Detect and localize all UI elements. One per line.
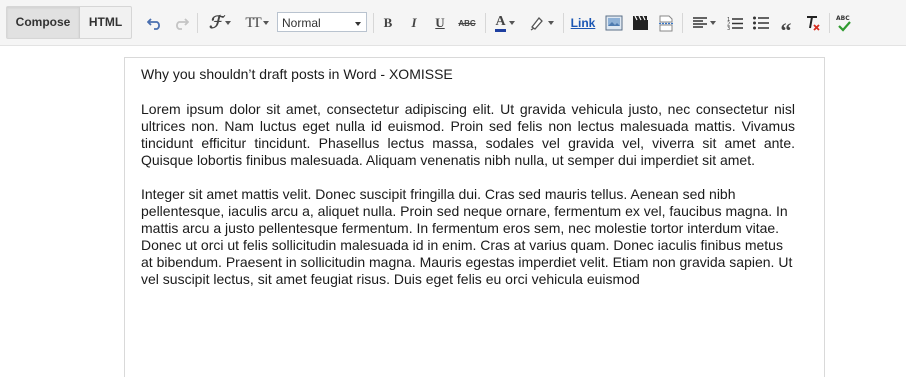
text-size-icon: TT (245, 14, 261, 31)
bulleted-list-button[interactable] (752, 12, 770, 34)
highlight-color-button[interactable] (526, 12, 556, 34)
mode-switch: Compose HTML (6, 6, 132, 39)
remove-formatting-button[interactable] (804, 12, 822, 34)
insert-image-icon (605, 15, 623, 31)
chevron-down-icon (355, 22, 361, 26)
toolbar-separator (563, 13, 564, 33)
bold-button[interactable]: B (380, 12, 396, 34)
link-button[interactable]: Link (570, 12, 596, 34)
html-tab[interactable]: HTML (80, 7, 131, 38)
insert-video-icon (632, 15, 648, 30)
toolbar-separator (682, 13, 683, 33)
toolbar-separator (829, 13, 830, 33)
editor-content[interactable]: Why you shouldn’t draft posts in Word - … (141, 66, 795, 305)
bold-icon: B (383, 15, 393, 30)
spell-check-button[interactable]: ABC (835, 12, 853, 34)
align-icon (692, 17, 707, 28)
underline-button[interactable]: U (432, 12, 448, 34)
underline-icon: U (435, 15, 445, 30)
svg-text:3: 3 (727, 26, 730, 30)
font-family-icon: ℱ (208, 13, 223, 32)
bulleted-list-icon (753, 16, 769, 30)
link-label: Link (570, 16, 596, 30)
font-family-button[interactable]: ℱ (205, 12, 235, 34)
highlight-color-icon (530, 17, 543, 31)
paragraph-format-value: Normal (282, 16, 321, 30)
compose-tab[interactable]: Compose (7, 7, 80, 38)
text-color-icon: A (495, 14, 506, 32)
toolbar-separator (485, 13, 486, 33)
redo-button[interactable] (172, 12, 190, 34)
insert-image-button[interactable] (604, 12, 624, 34)
italic-button[interactable]: I (406, 12, 422, 34)
toolbar-separator (197, 13, 198, 33)
text-color-button[interactable]: A (491, 12, 519, 34)
toolbar-separator (373, 13, 374, 33)
post-editor[interactable]: Why you shouldn’t draft posts in Word - … (124, 57, 825, 377)
paragraph: Lorem ipsum dolor sit amet, consectetur … (141, 101, 795, 168)
insert-video-button[interactable] (630, 12, 650, 34)
post-title-line: Why you shouldn’t draft posts in Word - … (141, 66, 453, 82)
paragraph-format-select[interactable]: Normal (277, 12, 367, 32)
undo-button[interactable] (146, 12, 164, 34)
insert-jump-break-button[interactable] (656, 12, 676, 34)
strikethrough-button[interactable]: ABC (457, 12, 477, 34)
quote-button[interactable]: “ (777, 12, 795, 42)
paragraph: Integer sit amet mattis velit. Donec sus… (141, 186, 793, 287)
numbered-list-icon: 123 (727, 17, 743, 30)
italic-icon: I (411, 15, 417, 30)
redo-icon (176, 18, 189, 30)
align-button[interactable] (689, 12, 719, 34)
numbered-list-button[interactable]: 123 (726, 12, 744, 34)
quote-icon: “ (780, 18, 792, 43)
undo-icon (147, 18, 160, 30)
text-size-button[interactable]: TT (241, 12, 273, 34)
strikethrough-icon: ABC (458, 18, 476, 28)
editor-toolbar: Compose HTML ℱ TT Normal B I U ABC A Lin… (0, 0, 906, 46)
svg-text:ABC: ABC (836, 15, 850, 22)
spell-check-icon: ABC (836, 15, 851, 32)
remove-formatting-icon (807, 16, 820, 31)
insert-jump-break-icon (659, 15, 673, 31)
